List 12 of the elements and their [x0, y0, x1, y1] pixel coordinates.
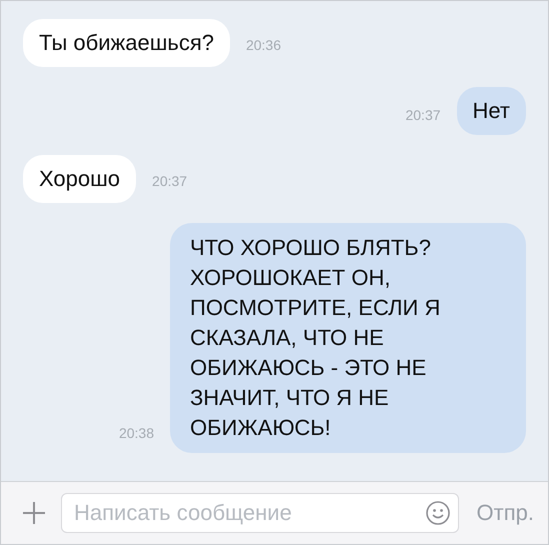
- received-message-bubble: Хорошо: [23, 155, 136, 203]
- message-time: 20:36: [246, 36, 282, 53]
- sent-message-bubble: ЧТО ХОРОШО БЛЯТЬ? ХОРОШОКАЕТ ОН, ПОСМОТРИТЕ, ЕСЛИ Я СКАЗАЛА, ЧТО НЕ ОБИЖАЮСЬ - ЭТО НЕ ЗНАЧИТ, ЧТО Я НЕ ОБИЖАЮСЬ!: [170, 223, 526, 453]
- message-time: 20:37: [405, 106, 441, 125]
- message-input-field[interactable]: Написать сообщение: [61, 493, 459, 533]
- smiley-icon[interactable]: [424, 500, 451, 526]
- sent-message-bubble: Нет: [456, 87, 526, 135]
- message-time: 20:37: [152, 172, 188, 189]
- plus-icon[interactable]: [21, 500, 47, 526]
- received-message-bubble: Ты обижаешься?: [23, 19, 230, 67]
- send-button[interactable]: Отпр.: [472, 500, 538, 526]
- message-time: 20:38: [118, 424, 154, 443]
